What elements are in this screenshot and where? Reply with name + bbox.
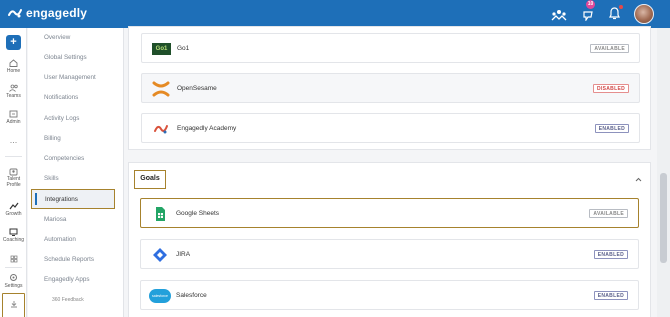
integration-row-jira[interactable]: JIRA ENABLED [140,239,639,269]
integration-row-salesforce[interactable]: salesforce Salesforce ENABLED [140,280,639,310]
google-sheets-logo [156,207,165,221]
main-scrollbar[interactable] [657,28,670,317]
nav-competencies[interactable]: Competencies [28,149,124,169]
integration-name: Go1 [177,45,190,52]
status-badge: ENABLED [594,124,629,133]
nav-schedule-reports[interactable]: Schedule Reports [28,250,124,270]
nav-mariosa[interactable]: Mariosa [28,210,124,230]
integration-row-opensesame[interactable]: OpenSesame DISABLED [141,73,640,103]
status-badge: ENABLED [593,291,628,300]
nav-integrations[interactable]: Integrations [31,189,115,209]
nav-360-feedback[interactable]: 360 Feedback [52,297,84,303]
integration-row-engagedly-academy[interactable]: Engagedly Academy ENABLED [141,113,640,143]
add-button[interactable]: + [6,35,21,50]
go1-logo: Go1 [152,43,171,55]
status-badge: ENABLED [593,250,628,259]
grid-icon [10,255,17,263]
opensesame-logo [152,81,170,97]
engagedly-logo-icon [8,9,22,18]
scrollbar-thumb[interactable] [660,173,667,263]
people-network-icon[interactable] [551,8,567,26]
talent-profile-icon [9,168,18,176]
integration-name: OpenSesame [177,85,217,92]
teams-icon [8,84,18,92]
admin-icon [9,110,18,118]
rail-settings[interactable]: Settings [0,273,27,289]
growth-icon [9,202,18,210]
nav-user-management[interactable]: User Management [28,68,124,88]
rail-settings-label: Settings [4,283,23,289]
integration-name: Salesforce [176,292,207,299]
rail-teams[interactable]: Teams [0,84,27,99]
rail-more[interactable]: ... [0,136,27,145]
nav-overview[interactable]: Overview [28,28,124,48]
nav-engagedly-apps[interactable]: Engagedly Apps [28,270,124,290]
avatar[interactable] [634,4,654,24]
status-badge: AVAILABLE [590,44,629,53]
chevron-up-icon[interactable] [635,175,642,184]
goals-section-title: Goals [134,170,166,189]
home-icon [9,59,18,67]
nav-activity-logs[interactable]: Activity Logs [28,109,124,129]
engagedly-academy-logo [154,125,168,134]
learning-panel: Go1 Go1 AVAILABLE OpenSesame DISABLED En… [128,26,651,150]
admin-nav: Overview Global Settings User Management… [28,28,124,317]
rail-admin[interactable]: Admin [0,110,27,125]
integration-name: JIRA [176,251,191,258]
rail-divider-2 [5,267,22,268]
jira-logo [153,248,167,262]
nav-billing[interactable]: Billing [28,129,124,149]
salesforce-logo: salesforce [149,289,171,303]
main-content: Go1 Go1 AVAILABLE OpenSesame DISABLED En… [128,26,654,317]
rail-growth[interactable]: Growth [0,202,27,217]
top-bar: engagedly 10 [0,0,670,28]
coaching-icon [9,228,18,236]
rail-growth-label: Growth [5,211,22,217]
integration-row-go1[interactable]: Go1 Go1 AVAILABLE [141,33,640,63]
integration-name: Engagedly Academy [177,125,237,132]
integration-row-google-sheets[interactable]: Google Sheets AVAILABLE [140,198,639,228]
kudos-icon[interactable] [582,8,594,26]
nav-skills[interactable]: Skills [28,169,124,189]
notification-badge: 10 [586,0,595,9]
rail-talent-profile[interactable]: Talent Profile [0,168,27,188]
nav-global-settings[interactable]: Global Settings [28,48,124,68]
rail-grid[interactable] [0,255,27,264]
nav-notifications[interactable]: Notifications [28,88,124,108]
icon-rail: + Home Teams Admin ... Talent Profile Gr… [0,28,27,317]
alert-dot [619,5,623,9]
rail-home-label: Home [6,68,21,74]
brand-name: engagedly [26,6,88,20]
rail-admin-label: Admin [6,119,21,125]
rail-home[interactable]: Home [0,59,27,74]
integration-name: Google Sheets [176,210,220,217]
brand-logo[interactable]: engagedly [8,6,87,20]
rail-coaching[interactable]: Coaching [0,228,27,243]
rail-coaching-label: Coaching [2,237,25,243]
status-badge: AVAILABLE [589,209,628,218]
rail-teams-label: Teams [6,93,21,99]
nav-automation[interactable]: Automation [28,230,124,250]
status-badge: DISABLED [593,84,629,93]
gear-icon [10,274,17,281]
bell-icon[interactable] [609,7,620,25]
rail-divider [5,156,22,157]
rail-download[interactable] [0,300,27,309]
download-icon [10,301,17,308]
rail-talent-profile-label: Talent Profile [6,176,21,188]
